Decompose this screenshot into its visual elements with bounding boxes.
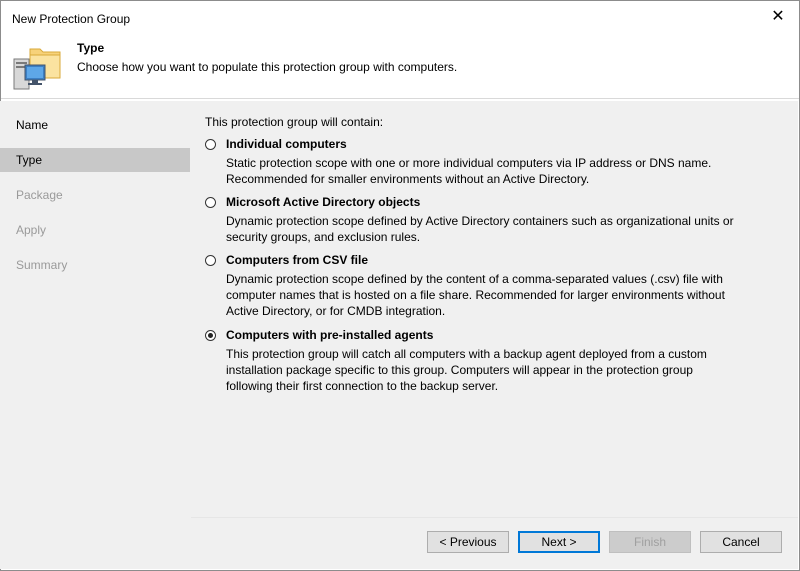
header-divider — [1, 98, 799, 99]
intro-text: This protection group will contain: — [205, 115, 384, 129]
previous-button[interactable]: < Previous — [427, 531, 509, 553]
sidebar-item-apply[interactable]: Apply — [0, 218, 190, 242]
option-description-line: This protection group will catch all com… — [226, 347, 707, 361]
wizard-header: Type Choose how you want to populate thi… — [1, 35, 799, 98]
radio-pre-installed-agents[interactable] — [205, 330, 216, 341]
option-description-line: security groups, and exclusion rules. — [226, 230, 421, 244]
folder-computer-icon — [13, 48, 61, 90]
option-description-line: Static protection scope with one or more… — [226, 156, 712, 170]
option-description-line: Dynamic protection scope defined by the … — [226, 272, 723, 286]
step-description: Choose how you want to populate this pro… — [77, 60, 458, 74]
option-description-line: computer names that is hosted on a file … — [226, 288, 725, 302]
finish-button[interactable]: Finish — [609, 531, 691, 553]
wizard-steps-sidebar: Name Type Package Apply Summary — [0, 101, 191, 569]
sidebar-item-summary[interactable]: Summary — [0, 253, 190, 277]
option-description: Dynamic protection scope defined by the … — [226, 271, 786, 319]
option-label[interactable]: Microsoft Active Directory objects — [226, 195, 420, 209]
radio-csv-file[interactable] — [205, 255, 216, 266]
sidebar-item-name[interactable]: Name — [0, 113, 190, 137]
option-description-line: Dynamic protection scope defined by Acti… — [226, 214, 734, 228]
sidebar-item-package[interactable]: Package — [0, 183, 190, 207]
option-label[interactable]: Computers with pre-installed agents — [226, 328, 433, 342]
next-button[interactable]: Next > — [518, 531, 600, 553]
option-description: Dynamic protection scope defined by Acti… — [226, 213, 786, 245]
cancel-button[interactable]: Cancel — [700, 531, 782, 553]
option-description: This protection group will catch all com… — [226, 346, 786, 394]
option-description-line: following their first connection to the … — [226, 379, 499, 393]
sidebar-item-type[interactable]: Type — [0, 148, 190, 172]
option-description: Static protection scope with one or more… — [226, 155, 786, 187]
radio-individual-computers[interactable] — [205, 139, 216, 150]
title-bar[interactable]: New Protection Group ✕ — [1, 1, 799, 35]
option-description-line: Recommended for smaller environments wit… — [226, 172, 590, 186]
option-label[interactable]: Computers from CSV file — [226, 253, 368, 267]
footer-divider — [191, 517, 798, 518]
step-title: Type — [77, 41, 105, 55]
option-description-line: Active Directory, or for CMDB integratio… — [226, 304, 446, 318]
wizard-content: This protection group will contain: Indi… — [191, 101, 798, 569]
close-icon[interactable]: ✕ — [769, 8, 787, 26]
radio-active-directory[interactable] — [205, 197, 216, 208]
window-title: New Protection Group — [12, 12, 131, 26]
option-description-line: installation package specific to this gr… — [226, 363, 693, 377]
option-label[interactable]: Individual computers — [226, 137, 347, 151]
